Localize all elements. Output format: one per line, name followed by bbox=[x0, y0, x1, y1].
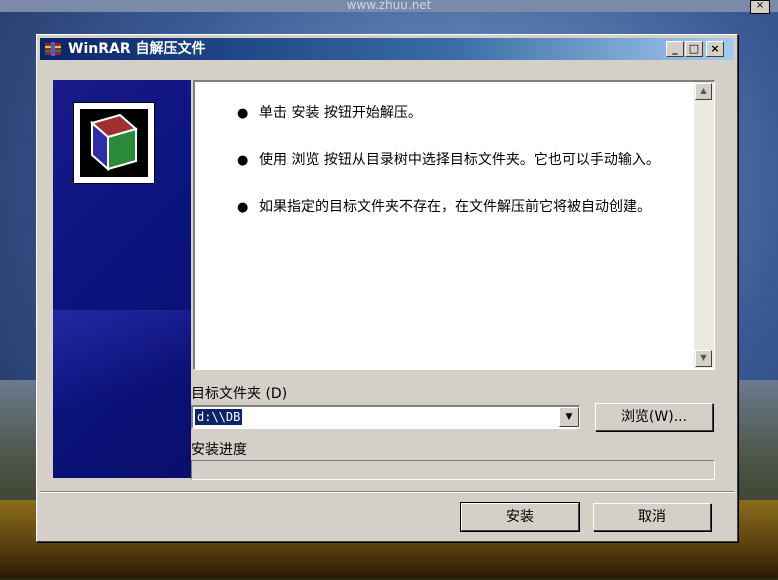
target-folder-value[interactable]: d:\\DB bbox=[195, 409, 243, 425]
winrar-book-icon bbox=[73, 102, 155, 184]
dialog-title: WinRAR 自解压文件 bbox=[68, 41, 206, 57]
instruction-item: 单击 安装 按钮开始解压。 bbox=[237, 104, 677, 123]
winrar-icon bbox=[44, 41, 62, 57]
browse-button[interactable]: 浏览(W)... bbox=[595, 403, 713, 431]
instructions-list: 单击 安装 按钮开始解压。 使用 浏览 按钮从目录树中选择目标文件夹。它也可以手… bbox=[237, 104, 677, 245]
separator bbox=[40, 491, 734, 493]
progress-label: 安装进度 bbox=[191, 442, 247, 458]
winrar-sfx-dialog: WinRAR 自解压文件 _ □ × 单击 安装 按钮开始解压。 使用 浏览 按… bbox=[36, 34, 738, 542]
vertical-scrollbar[interactable]: ▲ ▼ bbox=[694, 82, 714, 368]
install-progress-bar bbox=[191, 460, 715, 480]
target-folder-combobox[interactable]: d:\\DB ▼ bbox=[191, 405, 580, 429]
minimize-button[interactable]: _ bbox=[666, 41, 684, 57]
scroll-up-button[interactable]: ▲ bbox=[695, 83, 712, 100]
outer-window-title: www.zhuu.net bbox=[346, 0, 432, 12]
info-text-pane[interactable]: 单击 安装 按钮开始解压。 使用 浏览 按钮从目录树中选择目标文件夹。它也可以手… bbox=[193, 80, 715, 370]
install-button[interactable]: 安装 bbox=[460, 502, 580, 532]
scroll-down-button[interactable]: ▼ bbox=[695, 350, 712, 367]
banner-stripe bbox=[53, 310, 191, 420]
chevron-down-icon[interactable]: ▼ bbox=[559, 407, 579, 427]
instruction-item: 使用 浏览 按钮从目录树中选择目标文件夹。它也可以手动输入。 bbox=[237, 151, 677, 170]
instruction-item: 如果指定的目标文件夹不存在，在文件解压前它将被自动创建。 bbox=[237, 198, 677, 217]
dialog-titlebar[interactable]: WinRAR 自解压文件 _ □ × bbox=[40, 38, 734, 60]
outer-close-button[interactable]: × bbox=[750, 0, 770, 14]
target-folder-label: 目标文件夹 (D) bbox=[191, 386, 288, 402]
outer-window-bar: www.zhuu.net × bbox=[0, 0, 778, 14]
left-banner bbox=[53, 80, 191, 478]
cancel-button[interactable]: 取消 bbox=[593, 503, 711, 531]
maximize-button[interactable]: □ bbox=[685, 41, 703, 57]
close-button[interactable]: × bbox=[706, 41, 724, 57]
